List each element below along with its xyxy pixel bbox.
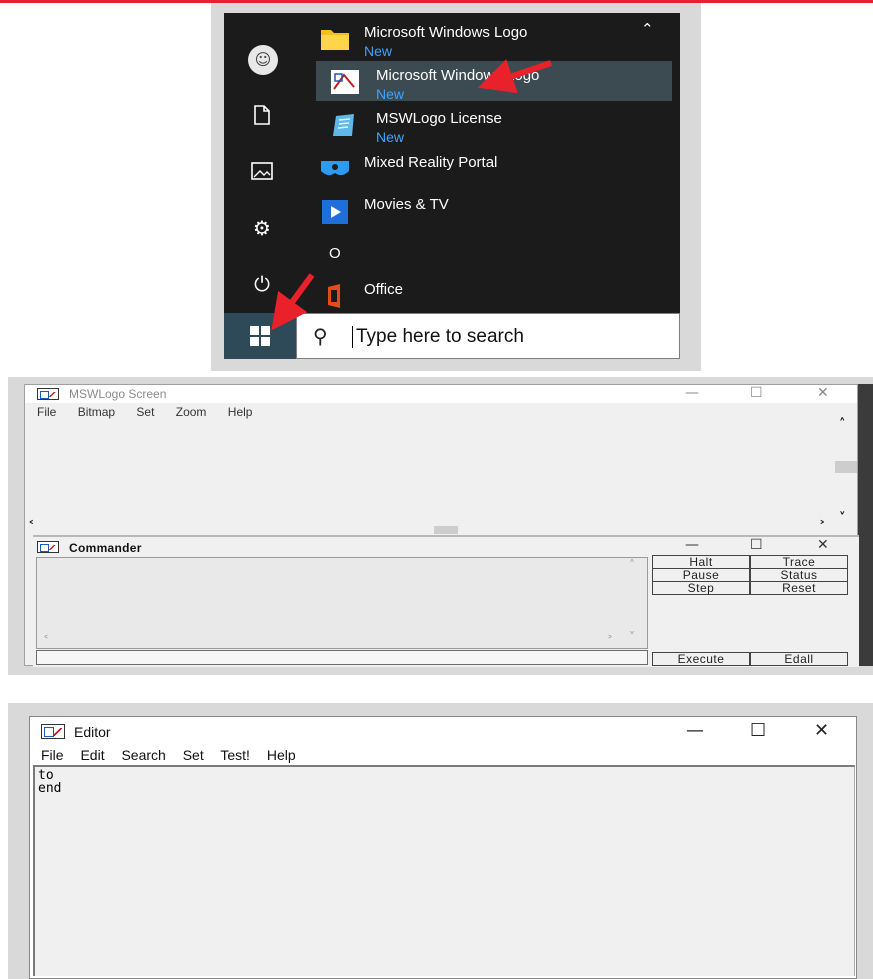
app-name: Movies & TV [364,196,449,213]
app-new-badge: New [364,43,393,59]
mswlogo-app-icon [37,541,59,553]
step-button[interactable]: Step [652,581,750,595]
window-title: MSWLogo Screen [69,387,167,401]
app-item-movies-tv[interactable]: Movies & TV [316,190,672,230]
menu-bitmap[interactable]: Bitmap [78,405,115,419]
vertical-scrollbar[interactable]: ˄ ˅ [835,417,857,527]
menu-help[interactable]: Help [228,405,253,419]
scroll-up-icon[interactable]: ˄ [839,417,846,432]
menu-file[interactable]: File [37,405,56,419]
mswlogo-app-icon [331,70,359,94]
window-title: Editor [74,724,111,740]
command-history-list[interactable]: ˄ ˅ ˂ ˃ [36,557,648,649]
scroll-down-icon[interactable]: ˅ [839,511,846,526]
start-menu-rail: ☺ ⚙ ⏻ [224,13,296,313]
office-icon [328,284,340,308]
app-name: Office [364,281,403,298]
app-item-microsoft-windows-logo[interactable]: Microsoft Windows Logo New [316,61,672,102]
search-placeholder: Type here to search [352,326,524,348]
app-item-office[interactable]: Office [316,275,672,315]
code-line: to [38,768,54,783]
scroll-left-icon[interactable]: ˂ [43,634,49,648]
background-window-edge [858,384,873,666]
menu-set[interactable]: Set [136,405,154,419]
app-new-badge: New [376,86,405,102]
editor-titlebar[interactable]: Editor — ☐ ✕ [30,717,856,747]
scroll-left-icon[interactable]: ˂ [28,520,35,535]
menu-test[interactable]: Test! [220,747,250,763]
app-name: MSWLogo License [376,110,502,127]
settings-gear-icon[interactable]: ⚙ [248,214,276,242]
mixed-reality-icon [321,161,349,176]
close-icon[interactable]: ✕ [814,720,829,741]
scroll-thumb[interactable] [434,526,458,534]
document-icon[interactable] [248,104,276,132]
maximize-icon[interactable]: ☐ [750,385,763,401]
mswlogo-titlebar[interactable]: MSWLogo Screen — ☐ ✕ [25,385,857,403]
app-name: Mixed Reality Portal [364,154,498,171]
mswlogo-app-icon [37,388,59,400]
window-title: Commander [69,541,142,555]
windows-logo-icon [250,326,270,346]
menu-file[interactable]: File [41,747,64,763]
status-button[interactable]: Status [750,568,848,582]
license-doc-icon [333,114,354,136]
app-name: Microsoft Windows Logo [364,24,528,41]
drawing-canvas[interactable] [26,419,834,544]
maximize-icon[interactable]: ☐ [750,720,766,741]
app-item-mixed-reality-portal[interactable]: Mixed Reality Portal [316,148,672,188]
execute-button[interactable]: Execute [652,652,750,666]
app-item-mswlogo-license[interactable]: MSWLogo License New [316,104,672,145]
trace-button[interactable]: Trace [750,555,848,569]
search-icon: ⚲ [313,324,328,348]
mswlogo-menubar: File Bitmap Set Zoom Help [37,405,270,419]
app-name: Microsoft Windows Logo [376,67,540,84]
folder-icon [321,30,349,50]
user-avatar-icon[interactable]: ☺ [248,45,278,75]
edall-button[interactable]: Edall [750,652,848,666]
scroll-right-icon[interactable]: ˃ [607,634,613,648]
minimize-icon[interactable]: — [685,385,699,401]
section-letter-o[interactable]: O [329,245,341,262]
menu-help[interactable]: Help [267,747,296,763]
scroll-right-icon[interactable]: ˃ [819,520,826,535]
scroll-up-icon[interactable]: ˄ [629,558,635,572]
command-input[interactable] [36,650,648,665]
commander-titlebar[interactable]: Commander — ☐ ✕ [33,537,859,555]
editor-text-area[interactable]: to end [33,765,855,976]
menu-zoom[interactable]: Zoom [176,405,207,419]
minimize-icon[interactable]: — [685,537,699,553]
movies-tv-icon [322,200,348,224]
app-new-badge: New [376,129,405,145]
menu-search[interactable]: Search [121,747,165,763]
pause-button[interactable]: Pause [652,568,750,582]
windows-start-button[interactable] [224,313,296,359]
reset-button[interactable]: Reset [750,581,848,595]
mswlogo-screen-window: MSWLogo Screen — ☐ ✕ File Bitmap Set Zoo… [24,384,859,667]
taskbar-search-box[interactable]: ⚲ Type here to search [296,313,680,359]
editor-menubar: File Edit Search Set Test! Help [41,747,309,763]
maximize-icon[interactable]: ☐ [750,537,763,553]
menu-edit[interactable]: Edit [80,747,104,763]
power-icon[interactable]: ⏻ [248,270,276,298]
close-icon[interactable]: ✕ [817,385,829,401]
scroll-thumb[interactable] [835,461,857,473]
menu-set[interactable]: Set [183,747,204,763]
editor-window: Editor — ☐ ✕ File Edit Search Set Test! … [29,716,857,979]
app-item-microsoft-windows-logo-folder[interactable]: Microsoft Windows Logo New [316,18,672,59]
scroll-down-icon[interactable]: ˅ [629,630,635,644]
halt-button[interactable]: Halt [652,555,750,569]
horizontal-scrollbar[interactable]: ˂ ˃ [26,520,834,535]
close-icon[interactable]: ✕ [817,537,829,553]
minimize-icon[interactable]: — [686,720,704,741]
code-line: end [38,781,62,796]
commander-window: Commander — ☐ ✕ ˄ ˅ ˂ ˃ Halt Trace Pause… [33,535,859,667]
pictures-icon[interactable] [248,159,276,187]
mswlogo-app-icon [41,724,65,739]
